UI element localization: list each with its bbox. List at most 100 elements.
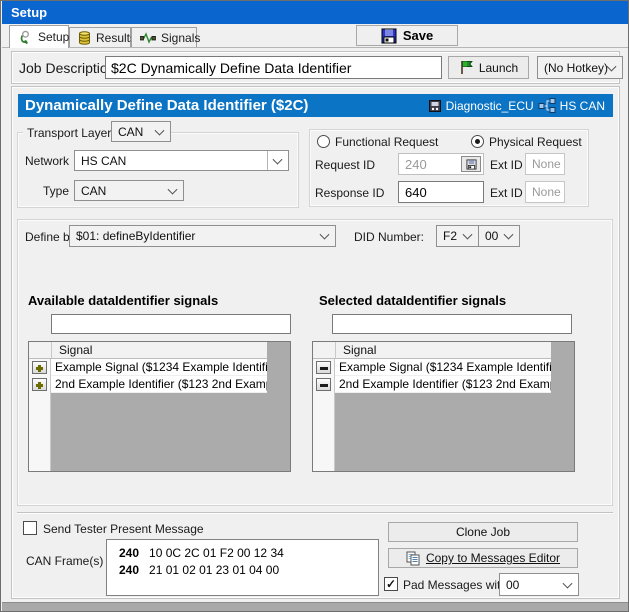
chevron-down-icon [504,230,514,240]
tester-present-checkbox[interactable] [23,521,37,535]
copy-pages-icon [406,551,420,566]
request-id-field[interactable]: 240 [398,153,484,175]
save-button[interactable]: Save [356,25,458,46]
list-gutter [313,359,335,471]
can-frame-line: 24010 0C 2C 01 F2 00 12 34 [119,545,378,562]
list-gutter [29,359,51,471]
setup-hook-icon [18,30,33,45]
request-id-save-button[interactable] [461,156,481,172]
pad-byte-select[interactable]: 00 [499,573,579,596]
available-filter-input[interactable] [51,314,291,334]
type-label: Type [23,184,69,198]
tabstrip-divider [2,47,629,48]
define-by-value: $01: defineByIdentifier [76,229,195,243]
response-id-value: 640 [405,185,427,200]
list-item[interactable]: Example Signal ($1234 Example Identifier… [51,359,267,376]
chevron-down-icon [320,230,330,240]
functional-request-label[interactable]: Functional Request [335,135,438,149]
tab-signals-label: Signals [161,31,200,45]
chevron-down-icon [168,184,178,194]
selected-filter-input[interactable] [332,314,572,334]
window-title: Setup [11,5,47,20]
list-item[interactable]: 2nd Example Identifier ($123 2nd Example… [51,376,267,393]
signal-column-header: Signal [51,342,267,358]
type-value: CAN [81,184,106,198]
ecu-name: Diagnostic_ECU [446,99,534,113]
did-low-byte-select[interactable]: 00 [478,225,520,247]
copy-to-messages-editor-button[interactable]: Copy to Messages Editor [388,548,578,568]
remove-signal-button[interactable] [316,378,331,391]
physical-request-radio[interactable] [471,135,484,148]
list-item[interactable]: Example Signal ($1234 Example Identifier… [335,359,551,376]
frame-id: 240 [119,563,139,577]
response-id-field[interactable]: 640 [398,181,484,203]
results-database-icon [78,31,91,45]
remove-signal-button[interactable] [316,361,331,374]
response-id-label: Response ID [315,186,384,200]
transport-layer-value: CAN [118,125,143,139]
selected-signals-title: Selected dataIdentifier signals [319,293,506,308]
pad-byte-value: 00 [506,578,519,592]
add-signal-button[interactable] [32,361,47,374]
signals-waveform-icon [140,32,156,44]
network-value: HS CAN [81,154,126,168]
tab-setup[interactable]: Setup [9,25,69,48]
section-title: Dynamically Define Data Identifier ($2C) [18,97,308,114]
section-header: Dynamically Define Data Identifier ($2C)… [18,94,613,117]
request-id-label: Request ID [315,158,375,172]
request-ext-id-label: Ext ID [490,158,523,172]
frame-id: 240 [119,546,139,560]
hotkey-value: (No Hotkey) [544,61,608,75]
clone-job-label: Clone Job [456,525,510,539]
response-ext-id-label: Ext ID [490,186,523,200]
list-header: Signal [313,342,551,359]
can-frames-label: CAN Frame(s) [26,554,103,568]
request-ext-id-field[interactable]: None [525,153,565,175]
can-frame-line: 240 21 01 02 01 23 01 04 00 [119,562,378,579]
launch-button[interactable]: Launch [448,56,529,79]
frame-bytes: 21 01 02 01 23 01 04 00 [149,563,279,577]
clone-job-button[interactable]: Clone Job [388,522,578,542]
footer-divider [17,512,613,514]
save-button-label: Save [403,28,433,43]
chevron-down-icon [155,125,165,135]
tab-setup-label: Setup [38,30,69,44]
tab-results-label: Results [96,31,136,45]
chevron-down-icon [607,61,617,71]
mini-floppy-icon [466,159,477,170]
window-bottom-frame [2,602,629,612]
add-signal-button[interactable] [32,378,47,391]
chevron-down-icon [463,230,473,240]
save-floppy-icon [381,28,397,44]
functional-request-radio[interactable] [317,135,330,148]
pad-messages-checkbox[interactable] [384,577,398,591]
setup-window: Setup Setup Results Signals Save Job Des… [0,0,629,612]
job-description-input[interactable] [105,56,442,79]
list-item[interactable]: 2nd Example Identifier ($123 2nd Example… [335,376,551,393]
did-low-byte-value: 00 [485,229,498,243]
tab-signals[interactable]: Signals [131,27,197,48]
did-high-byte-select[interactable]: F2 [436,225,479,247]
physical-request-label[interactable]: Physical Request [489,135,582,149]
list-header: Signal [29,342,267,359]
can-frames-box: 24010 0C 2C 01 F2 00 12 34 240 21 01 02 0… [106,539,379,596]
launch-flag-icon [459,60,473,75]
network-label: Network [23,154,69,168]
copy-to-messages-editor-label: Copy to Messages Editor [426,551,560,565]
response-ext-id-field[interactable]: None [525,181,565,203]
type-select[interactable]: CAN [74,180,184,201]
hotkey-select[interactable]: (No Hotkey) [537,56,623,79]
pad-messages-label[interactable]: Pad Messages with [403,578,507,592]
chevron-down-icon [273,154,283,164]
define-by-select[interactable]: $01: defineByIdentifier [69,225,336,247]
transport-layer-select[interactable]: CAN [111,121,171,142]
tab-results[interactable]: Results [69,27,131,48]
title-bar: Setup [2,1,629,24]
launch-button-label: Launch [479,61,518,75]
network-select[interactable]: HS CAN [74,150,289,171]
network-nodes-icon [538,98,556,113]
tester-present-label[interactable]: Send Tester Present Message [43,522,204,536]
job-description-label: Job Description [19,60,116,76]
signal-column-header: Signal [335,342,551,358]
response-ext-id-value: None [532,185,561,199]
